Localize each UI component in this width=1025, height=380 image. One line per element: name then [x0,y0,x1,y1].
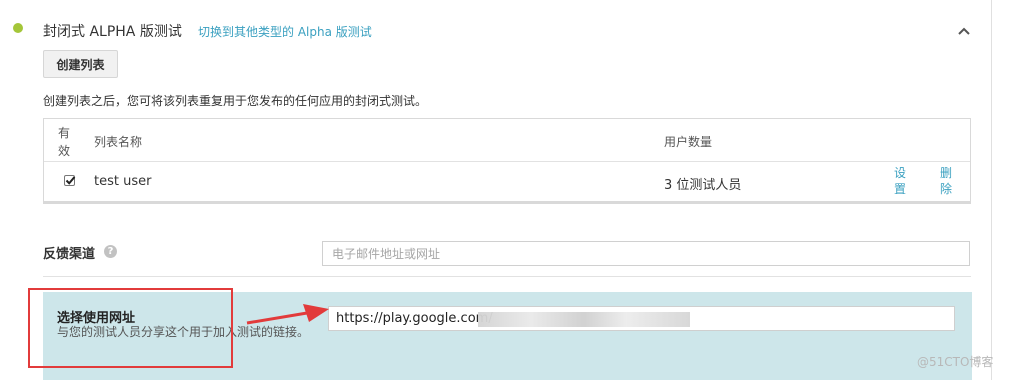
create-list-description: 创建列表之后，您可将该列表重复用于您发布的任何应用的封闭式测试。 [43,94,428,108]
switch-testing-type-link[interactable]: 切换到其他类型的 Alpha 版测试 [198,23,372,40]
watermark: @51CTO博客 [917,355,994,369]
user-count-cell: 3 位测试人员 [664,178,742,193]
column-header-user-count: 用户数量 [664,135,713,149]
redacted-url-portion [478,312,690,327]
chevron-up-icon[interactable] [955,22,973,40]
checkmark-icon [65,176,76,185]
annotation-arrow-icon [246,304,329,325]
list-delete-link[interactable]: 删除 [939,165,953,197]
list-settings-link[interactable]: 设置 [893,165,907,197]
section-title: 封闭式 ALPHA 版测试 [43,24,182,40]
create-list-button[interactable]: 创建列表 [43,50,118,78]
table-row-divider [44,161,970,162]
column-header-valid: 有效 [57,126,70,158]
feedback-channel-label: 反馈渠道 [43,247,96,262]
section-divider [43,276,971,277]
column-header-list-name: 列表名称 [94,135,143,149]
tester-list-table: 有效 列表名称 用户数量 test user 3 位测试人员 设置 删除 [43,118,971,204]
question-icon[interactable]: ? [104,245,117,258]
annotation-highlight-box [28,288,233,368]
list-enabled-checkbox[interactable] [64,175,76,186]
feedback-channel-input[interactable] [322,241,970,266]
status-dot [13,23,23,33]
list-name-cell: test user [94,174,152,189]
